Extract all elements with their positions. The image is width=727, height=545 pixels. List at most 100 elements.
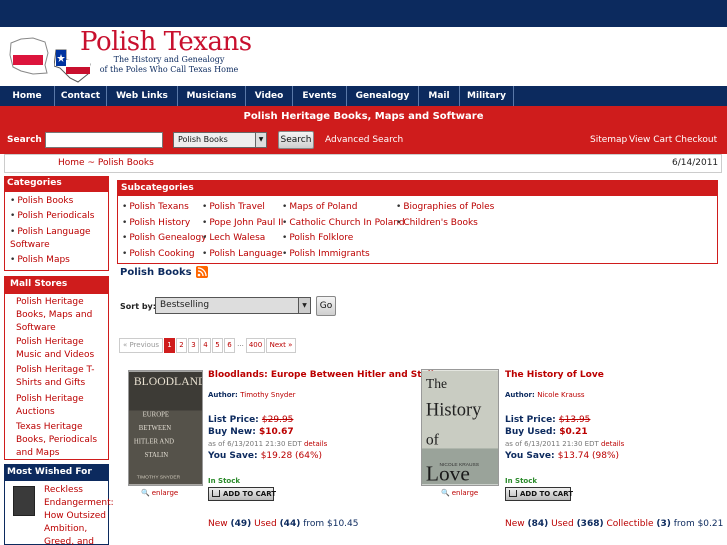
subcat-polish-genealogy[interactable]: • Polish Genealogy <box>122 233 207 243</box>
main-nav: Home Contact Web Links Musicians Video E… <box>0 85 727 106</box>
nav-video[interactable]: Video <box>246 86 293 106</box>
subcat-polish-history[interactable]: • Polish History <box>122 218 190 228</box>
breadcrumb: Home ~ Polish Books <box>58 158 154 168</box>
nav-genealogy[interactable]: Genealogy <box>347 86 419 106</box>
nav-home[interactable]: Home <box>0 86 55 106</box>
nav-military[interactable]: Military <box>460 86 514 106</box>
category-polish-maps[interactable]: • Polish Maps <box>10 254 106 267</box>
tagline: The History and Genealogy of the Poles W… <box>94 55 244 75</box>
add-to-cart-button[interactable]: ADD TO CART <box>505 487 574 501</box>
go-button[interactable]: Go <box>316 296 336 316</box>
add-to-cart-button[interactable]: ADD TO CART <box>208 487 276 501</box>
nav-contact[interactable]: Contact <box>55 86 107 106</box>
asof-label: as of 6/13/2011 21:30 EDT <box>505 440 599 448</box>
used-count: (44) <box>279 519 301 529</box>
subcat-biographies[interactable]: • Biographies of Poles <box>396 202 494 212</box>
pagination-next[interactable]: Next » <box>266 338 296 353</box>
search-input[interactable] <box>45 132 163 148</box>
svg-text:NICOLE KRAUSS: NICOLE KRAUSS <box>440 462 480 468</box>
chevron-down-icon: ▼ <box>255 133 266 147</box>
page-4[interactable]: 4 <box>200 338 211 353</box>
page-1[interactable]: 1 <box>164 338 175 353</box>
subcat-pope-john-paul[interactable]: • Pope John Paul II <box>202 218 283 228</box>
nav-web-links[interactable]: Web Links <box>107 86 178 106</box>
book-cover-history-of-love[interactable]: The History of Love NICOLE KRAUSS <box>421 369 499 486</box>
mall-item-texas[interactable]: Texas Heritage Books, Periodicals and Ma… <box>16 421 108 460</box>
page-3[interactable]: 3 <box>188 338 199 353</box>
enlarge-label: enlarge <box>451 489 479 497</box>
author-name[interactable]: Timothy Snyder <box>240 391 295 399</box>
nav-musicians[interactable]: Musicians <box>178 86 246 106</box>
poland-map-icon <box>9 37 49 75</box>
subcat-polish-folklore[interactable]: • Polish Folklore <box>282 233 353 243</box>
sitemap-link[interactable]: Sitemap <box>590 135 627 145</box>
from-price: from $10.45 <box>303 519 359 529</box>
author-name[interactable]: Nicole Krauss <box>537 391 584 399</box>
enlarge-link[interactable]: 🔍 enlarge <box>441 489 478 497</box>
store-title: Polish Heritage Books, Maps and Software <box>243 111 484 122</box>
enlarge-link[interactable]: 🔍 enlarge <box>141 489 178 497</box>
book-title[interactable]: The History of Love <box>505 370 604 380</box>
sort-select[interactable]: Bestselling ▼ <box>155 297 311 314</box>
subcat-catholic-church[interactable]: • Catholic Church In Poland <box>282 218 405 228</box>
you-save: You Save: $13.74 (98%) <box>505 451 619 461</box>
subcat-polish-texans[interactable]: • Polish Texans <box>122 202 189 212</box>
subcat-polish-travel[interactable]: • Polish Travel <box>202 202 265 212</box>
svg-text:BLOODLANDS: BLOODLANDS <box>134 375 203 388</box>
save-label: You Save: <box>208 451 258 461</box>
book-title[interactable]: Bloodlands: Europe Between Hitler and St… <box>208 370 440 380</box>
mall-item-music[interactable]: Polish Heritage Music and Videos <box>16 336 108 362</box>
subcat-polish-cooking[interactable]: • Polish Cooking <box>122 249 195 259</box>
subcat-label: Polish Cooking <box>129 249 195 259</box>
subcat-label: Polish Immigrants <box>289 249 370 259</box>
new-count: (49) <box>230 519 252 529</box>
page-5[interactable]: 5 <box>212 338 223 353</box>
search-label: Search <box>7 135 42 145</box>
subcat-label: Biographies of Poles <box>403 202 495 212</box>
book-cover-bloodlands[interactable]: BLOODLANDS EUROPE BETWEEN HITLER AND STA… <box>128 370 203 486</box>
new-used-offers[interactable]: New (49) Used (44) from $10.45 <box>208 519 359 529</box>
advanced-search-link[interactable]: Advanced Search <box>325 135 403 145</box>
nav-mail[interactable]: Mail <box>419 86 460 106</box>
new-used-offers[interactable]: New (84) Used (368) Collectible (3) from… <box>505 519 723 529</box>
pagination-previous[interactable]: « Previous <box>119 338 163 353</box>
details-link[interactable]: details <box>601 440 624 448</box>
nav-events[interactable]: Events <box>293 86 347 106</box>
breadcrumb-current[interactable]: Polish Books <box>98 158 154 168</box>
checkout-link[interactable]: Checkout <box>675 135 717 145</box>
search-button[interactable]: Search <box>278 131 314 149</box>
list-price: List Price: $29.95 <box>208 415 293 425</box>
breadcrumb-home[interactable]: Home <box>58 158 85 168</box>
categories-header: Categories <box>4 176 109 191</box>
tagline-line-2: of the Poles Who Call Texas Home <box>99 65 239 74</box>
subcat-maps-of-poland[interactable]: • Maps of Poland <box>282 202 357 212</box>
mall-item-auctions[interactable]: Polish Heritage Auctions <box>16 393 108 419</box>
category-polish-periodicals[interactable]: • Polish Periodicals <box>10 210 106 223</box>
page-6[interactable]: 6 <box>224 338 235 353</box>
search-category-select[interactable]: Polish Books ▼ <box>173 132 267 148</box>
page-2[interactable]: 2 <box>176 338 187 353</box>
most-wished-cover[interactable] <box>13 486 35 516</box>
details-link[interactable]: details <box>304 440 327 448</box>
site-title[interactable]: Polish Texans <box>80 27 252 57</box>
subcat-polish-immigrants[interactable]: • Polish Immigrants <box>282 249 370 259</box>
category-label: Polish Periodicals <box>17 211 95 221</box>
category-polish-books[interactable]: • Polish Books <box>10 195 106 208</box>
most-wished-title[interactable]: Reckless Endangerment: How Outsized Ambi… <box>44 484 114 545</box>
subcat-polish-language[interactable]: • Polish Language <box>202 249 283 259</box>
subcat-lech-walesa[interactable]: • Lech Walesa <box>202 233 265 243</box>
subcat-label: Polish Language <box>209 249 283 259</box>
mall-item-tshirts[interactable]: Polish Heritage T-Shirts and Gifts <box>16 364 108 390</box>
category-label: Polish Books <box>17 196 74 206</box>
subcat-childrens-books[interactable]: • Children's Books <box>396 218 478 228</box>
add-to-cart-label: ADD TO CART <box>520 490 574 498</box>
collectible-count: (3) <box>656 519 671 529</box>
page-last[interactable]: 400 <box>246 338 265 353</box>
category-polish-language-software[interactable]: • Polish Language Software <box>10 226 106 252</box>
mall-item-books[interactable]: Polish Heritage Books, Maps and Software <box>16 296 108 335</box>
rss-icon[interactable] <box>196 266 208 278</box>
tagline-line-1: The History and Genealogy <box>113 55 225 64</box>
view-cart-link[interactable]: View Cart <box>629 135 672 145</box>
subcat-label: Polish Genealogy <box>129 233 207 243</box>
sort-label: Sort by: <box>120 302 156 311</box>
